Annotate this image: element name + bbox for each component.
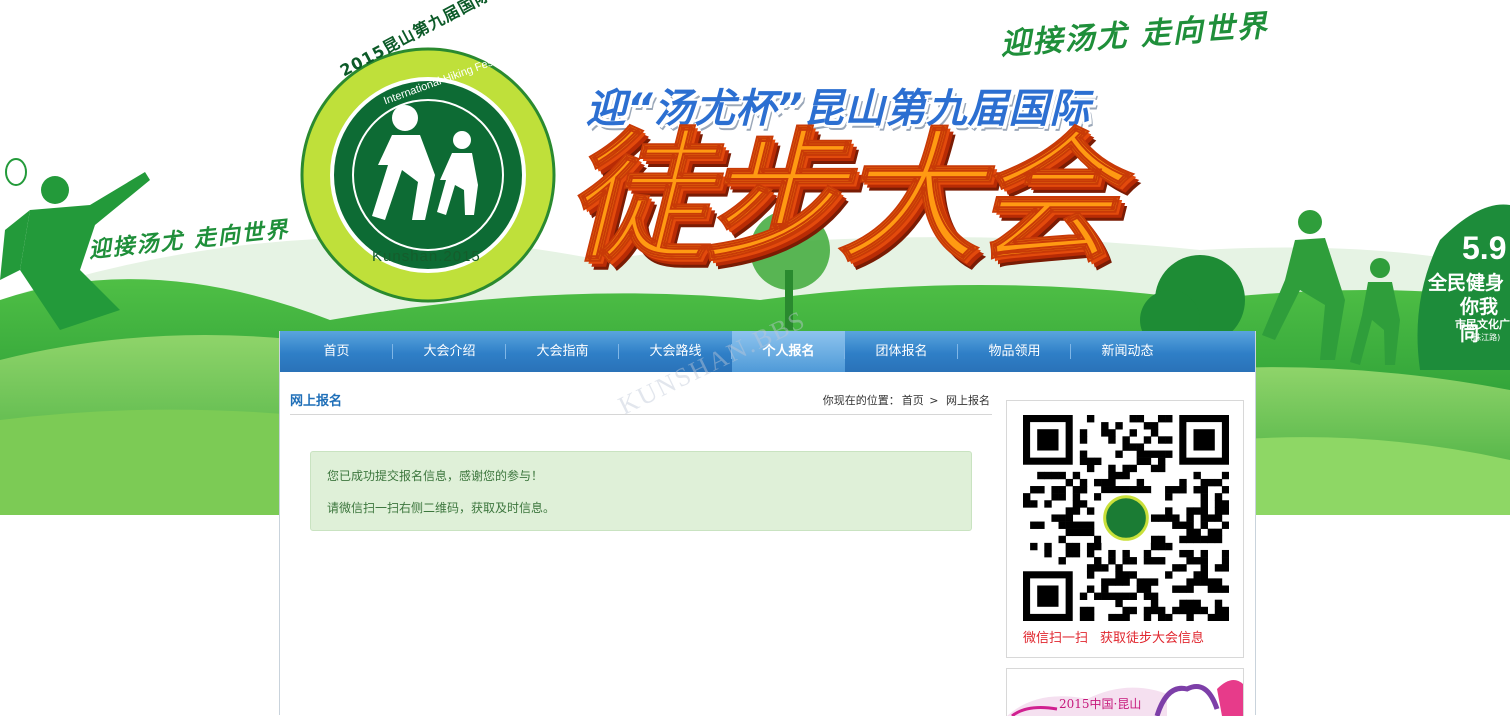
nav-item-personal-signup[interactable]: 个人报名: [732, 331, 845, 372]
breadcrumb: 你现在的位置： 首页 > 网上报名: [821, 392, 992, 408]
success-message-line1: 您已成功提交报名信息，感谢您的参与！: [327, 469, 544, 483]
nav-item-news[interactable]: 新闻动态: [1071, 331, 1184, 372]
nav-item-group-signup[interactable]: 团体报名: [845, 331, 958, 372]
nav-item-route[interactable]: 大会路线: [619, 331, 732, 372]
breadcrumb-current: 网上报名: [946, 394, 990, 407]
event-promo-line1: 全民健身: [1428, 272, 1505, 294]
breadcrumb-prefix: 你现在的位置：: [822, 394, 900, 407]
event-promo-line4: (珠江路): [1470, 333, 1501, 342]
event-promo-line3: 市民文化广: [1455, 318, 1510, 331]
main-nav: 首页 大会介绍 大会指南 大会路线 个人报名 团体报名 物品领用 新闻动态: [280, 331, 1255, 372]
breadcrumb-home-link[interactable]: 首页: [902, 394, 924, 407]
nav-item-intro[interactable]: 大会介绍: [393, 331, 506, 372]
qr-caption: 微信扫一扫 获取徒步大会信息: [1023, 627, 1233, 646]
nav-item-guide[interactable]: 大会指南: [506, 331, 619, 372]
qr-caption-right: 获取徒步大会信息: [1100, 631, 1205, 646]
success-alert: 您已成功提交报名信息，感谢您的参与！ 请微信扫一扫右侧二维码，获取及时信息。: [310, 451, 972, 531]
breadcrumb-separator: >: [929, 394, 939, 407]
promo-text: 2015中国·昆山: [1059, 697, 1142, 711]
section-title: 网上报名: [290, 394, 343, 409]
promo-banner[interactable]: 2015中国·昆山: [1006, 668, 1244, 716]
wechat-qr-code: [1023, 415, 1229, 621]
nav-item-item-pickup[interactable]: 物品领用: [958, 331, 1071, 372]
event-title-line2: 徒步大会: [565, 116, 1117, 281]
qr-caption-left: 微信扫一扫: [1023, 631, 1089, 646]
event-date: 5.9: [1462, 230, 1507, 266]
success-message-line2: 请微信扫一扫右侧二维码，获取及时信息。: [327, 501, 556, 515]
nav-item-home[interactable]: 首页: [280, 331, 393, 372]
qr-center-logo-icon: [1103, 495, 1149, 541]
content-header: 网上报名 你现在的位置： 首页 > 网上报名: [290, 390, 992, 415]
qr-code-panel: 微信扫一扫 获取徒步大会信息: [1006, 400, 1244, 658]
logo-kunshan-text: Kunshan.2015: [372, 248, 481, 265]
